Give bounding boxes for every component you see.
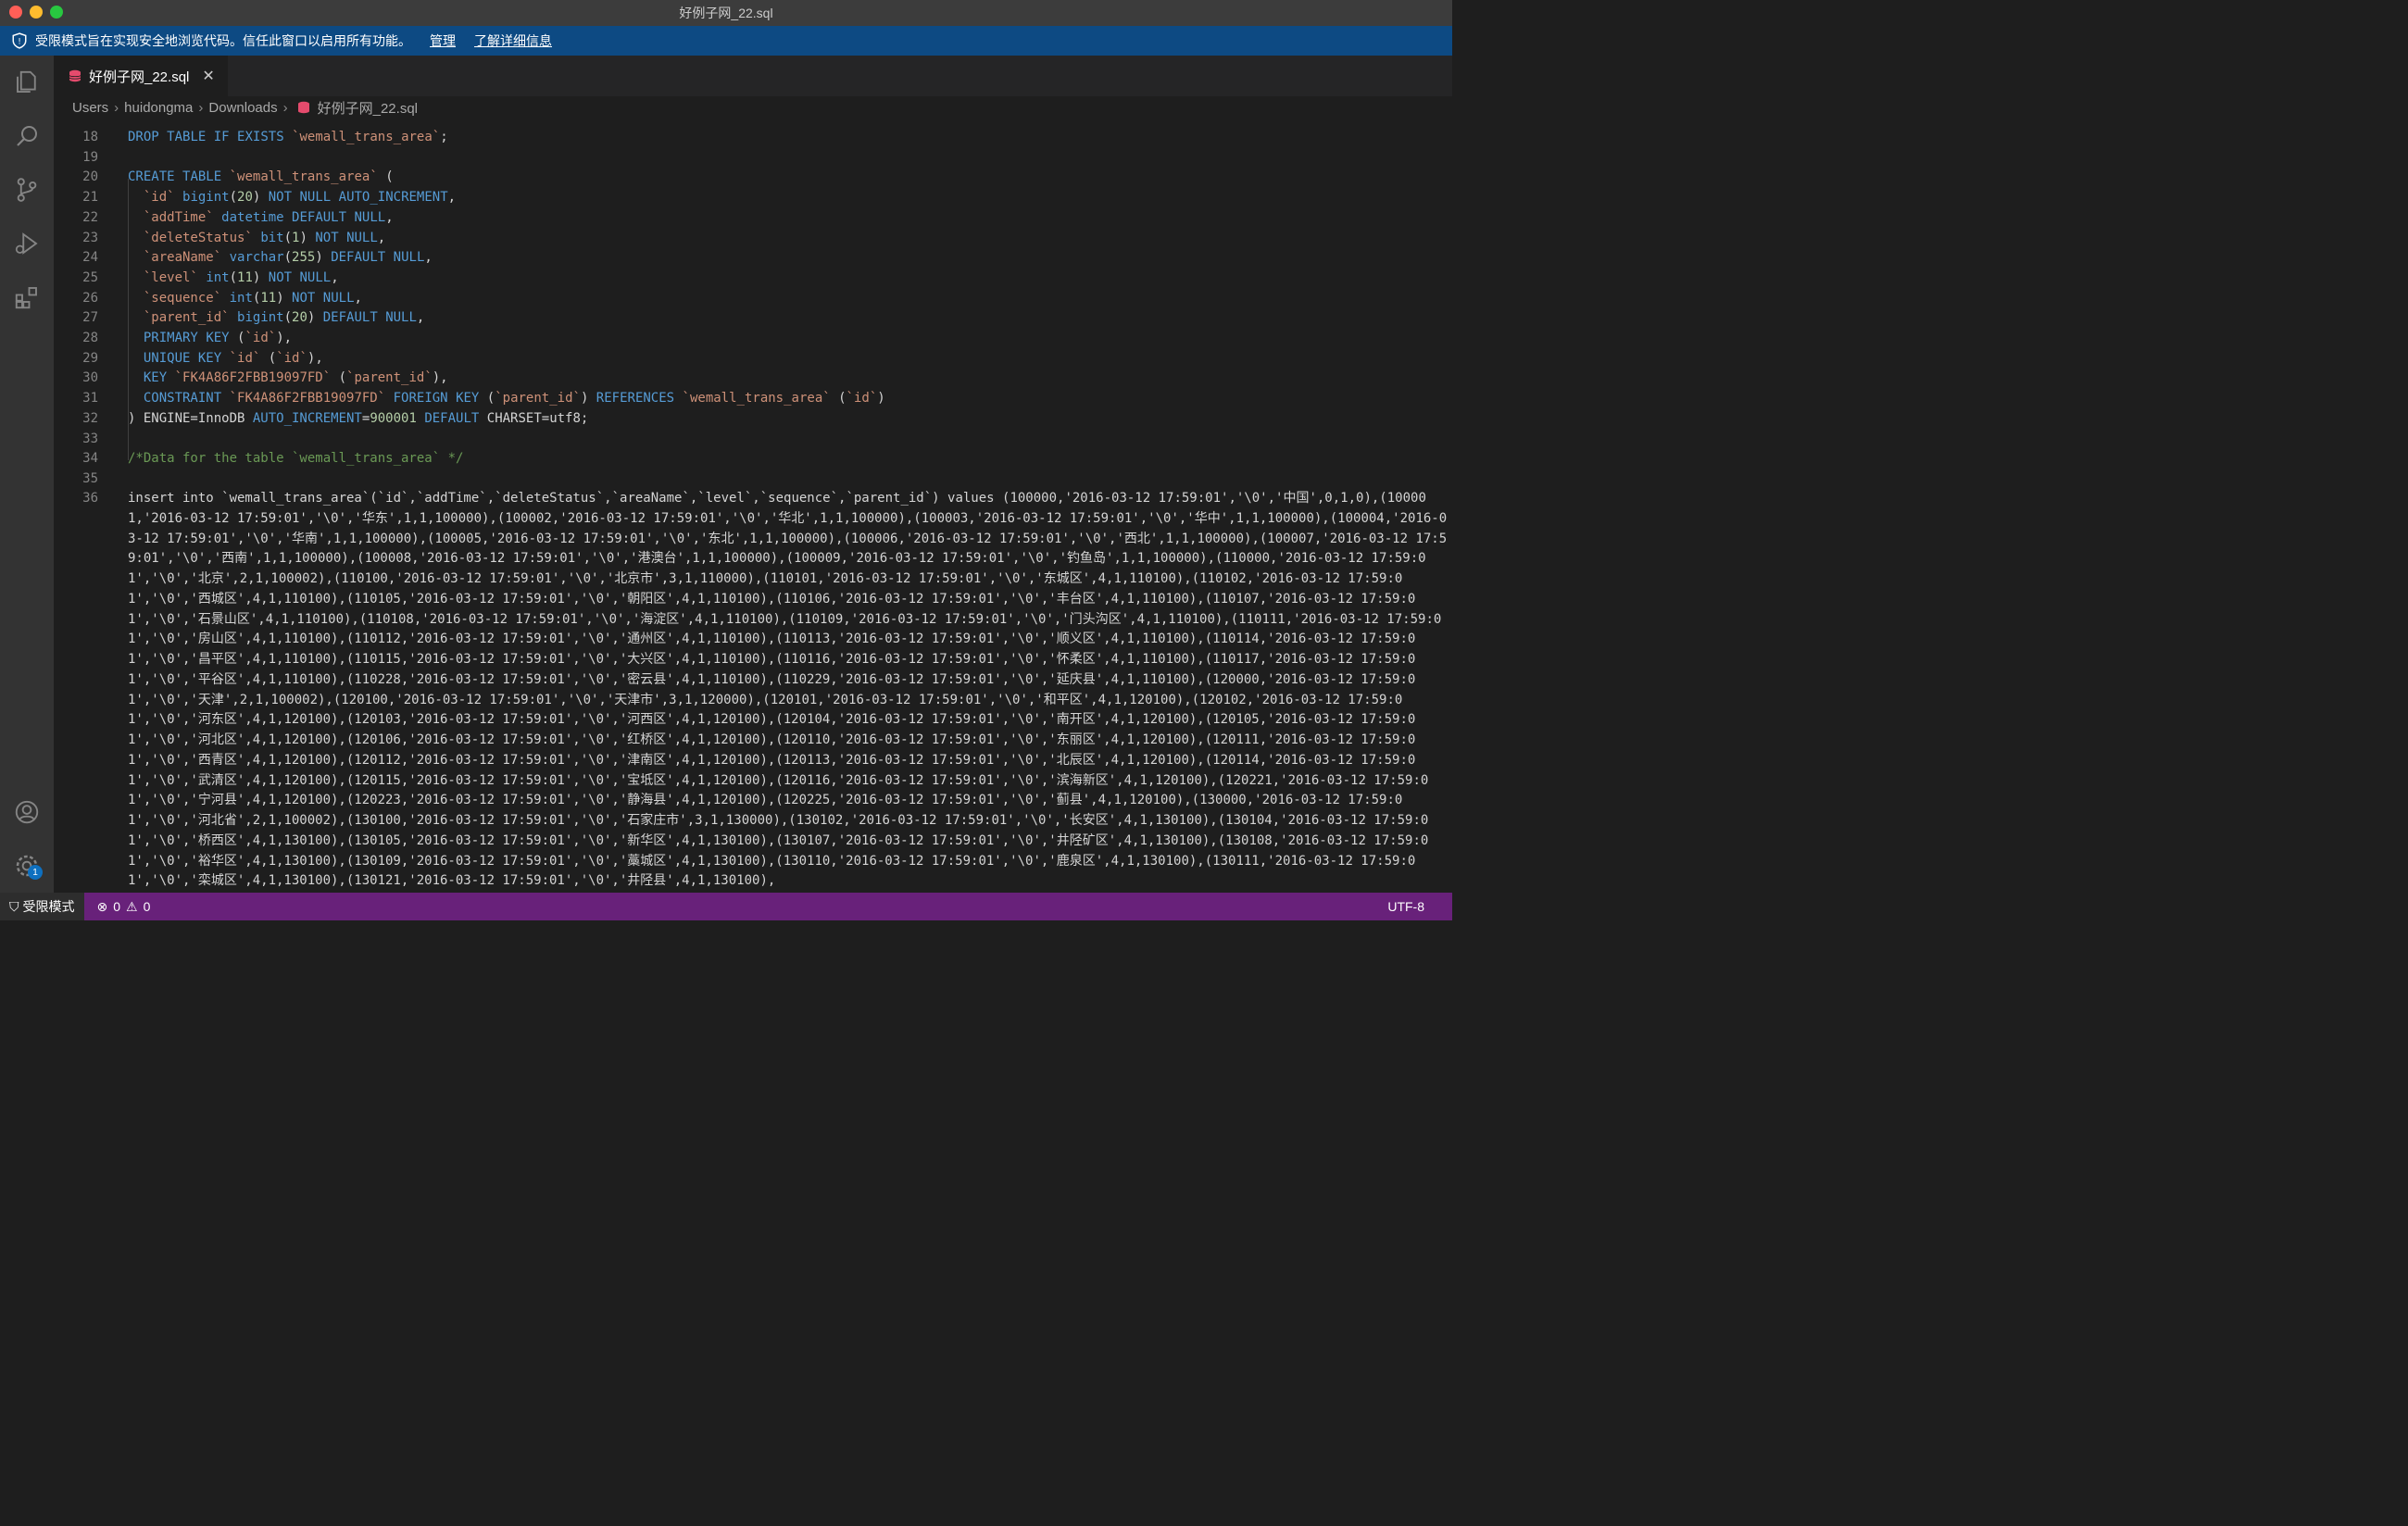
chevron-right-icon: › xyxy=(282,99,288,116)
line-number: 29 xyxy=(82,350,98,366)
shield-icon: ⛉ xyxy=(9,898,19,914)
restricted-mode-banner: ! 受限模式旨在实现安全地浏览代码。信任此窗口以启用所有功能。 管理 了解详细信… xyxy=(0,26,1452,56)
problems-indicator[interactable]: ⊗ 0 ⚠ 0 xyxy=(97,899,151,915)
run-debug-icon[interactable] xyxy=(11,228,43,259)
breadcrumb-downloads[interactable]: Downloads xyxy=(208,100,277,116)
window-controls xyxy=(9,6,63,19)
line-number: 35 xyxy=(82,470,98,486)
line-code: `id` bigint(20) NOT NULL AUTO_INCREMENT, xyxy=(143,190,457,206)
line-code: `parent_id` bigint(20) DEFAULT NULL, xyxy=(143,310,425,326)
line-number: 32 xyxy=(82,410,98,426)
line-code: `addTime` datetime DEFAULT NULL, xyxy=(143,209,394,225)
line-number: 23 xyxy=(82,230,98,245)
line-code: KEY `FK4A86F2FBB19097FD` (`parent_id`), xyxy=(143,370,448,386)
line-code: PRIMARY KEY (`id`), xyxy=(143,331,293,345)
line-number: 31 xyxy=(82,391,98,407)
tab-sql-file[interactable]: 好例子网_22.sql ✕ xyxy=(54,56,228,96)
line-code: /*Data for the table `wemall_trans_area`… xyxy=(128,451,464,467)
breadcrumb-user-folder[interactable]: huidongma xyxy=(124,100,193,116)
line-number: 25 xyxy=(82,269,98,285)
database-icon xyxy=(297,101,309,114)
editor-tabs: 好例子网_22.sql ✕ xyxy=(54,56,1452,96)
extensions-icon[interactable] xyxy=(11,281,43,313)
line-number: 22 xyxy=(82,209,98,225)
restricted-mode-label: 受限模式 xyxy=(22,899,75,914)
learn-more-link[interactable]: 了解详细信息 xyxy=(474,31,552,50)
line-number: 18 xyxy=(82,130,98,144)
line-code: UNIQUE KEY `id` (`id`), xyxy=(143,350,323,366)
line-code: `areaName` varchar(255) DEFAULT NULL, xyxy=(143,250,433,266)
error-count: 0 xyxy=(113,899,121,914)
close-window-button[interactable] xyxy=(9,6,22,19)
title-bar: 好例子网_22.sql xyxy=(0,0,1452,26)
chevron-right-icon: › xyxy=(198,99,204,116)
line-code: `deleteStatus` bit(1) NOT NULL, xyxy=(143,230,386,245)
line-number: 21 xyxy=(82,190,98,206)
line-number: 24 xyxy=(82,250,98,266)
breadcrumb: Users › huidongma › Downloads › 好例子网_22.… xyxy=(54,96,1452,119)
encoding-indicator[interactable]: UTF-8 xyxy=(1387,899,1424,914)
database-icon xyxy=(69,69,82,82)
tab-label: 好例子网_22.sql xyxy=(89,69,190,85)
activity-bar: 1 xyxy=(0,56,54,893)
banner-message: 受限模式旨在实现安全地浏览代码。信任此窗口以启用所有功能。 xyxy=(35,33,411,48)
status-bar: ⛉ 受限模式 ⊗ 0 ⚠ 0 UTF-8 xyxy=(0,893,1452,920)
line-number: 30 xyxy=(82,370,98,386)
warning-count: 0 xyxy=(143,899,151,914)
warning-icon: ⚠ xyxy=(126,898,138,914)
close-icon[interactable]: ✕ xyxy=(202,67,214,85)
code-editor[interactable]: 18 DROP TABLE IF EXISTS `wemall_trans_are… xyxy=(54,119,1452,893)
line-code: CREATE TABLE `wemall_trans_area` ( xyxy=(128,169,394,185)
minimize-window-button[interactable] xyxy=(30,6,43,19)
line-number: 28 xyxy=(82,331,98,345)
maximize-window-button[interactable] xyxy=(50,6,63,19)
line-code: ) ENGINE=InnoDB AUTO_INCREMENT=900001 DE… xyxy=(128,410,589,426)
line-code: `sequence` int(11) NOT NULL, xyxy=(143,290,362,306)
breadcrumb-users[interactable]: Users xyxy=(72,100,108,116)
line-code: DROP TABLE IF EXISTS `wemall_trans_area`… xyxy=(128,130,448,144)
line-number: 26 xyxy=(82,290,98,306)
search-icon[interactable] xyxy=(11,120,43,152)
window-title: 好例子网_22.sql xyxy=(679,6,773,20)
breadcrumb-file[interactable]: 好例子网_22.sql xyxy=(318,98,418,118)
restricted-mode-indicator[interactable]: ⛉ 受限模式 xyxy=(0,893,84,920)
line-number: 33 xyxy=(82,431,98,446)
explorer-icon[interactable] xyxy=(11,67,43,98)
line-number: 34 xyxy=(82,451,98,467)
manage-link[interactable]: 管理 xyxy=(430,31,456,50)
svg-text:!: ! xyxy=(18,37,21,46)
line-number: 27 xyxy=(82,310,98,326)
line-code: `level` int(11) NOT NULL, xyxy=(143,269,339,285)
accounts-badge: 1 xyxy=(28,865,43,880)
line-code: CONSTRAINT `FK4A86F2FBB19097FD` FOREIGN … xyxy=(143,391,885,407)
shield-icon: ! xyxy=(12,32,27,49)
error-icon: ⊗ xyxy=(96,898,108,914)
line-number: 20 xyxy=(82,169,98,185)
source-control-icon[interactable] xyxy=(11,174,43,206)
insert-statement: insert into `wemall_trans_area`(`id`,`ad… xyxy=(128,491,1448,889)
account-icon[interactable] xyxy=(11,796,43,828)
line-number: 19 xyxy=(82,149,98,165)
chevron-right-icon: › xyxy=(114,99,119,116)
line-number: 36 xyxy=(82,491,98,506)
